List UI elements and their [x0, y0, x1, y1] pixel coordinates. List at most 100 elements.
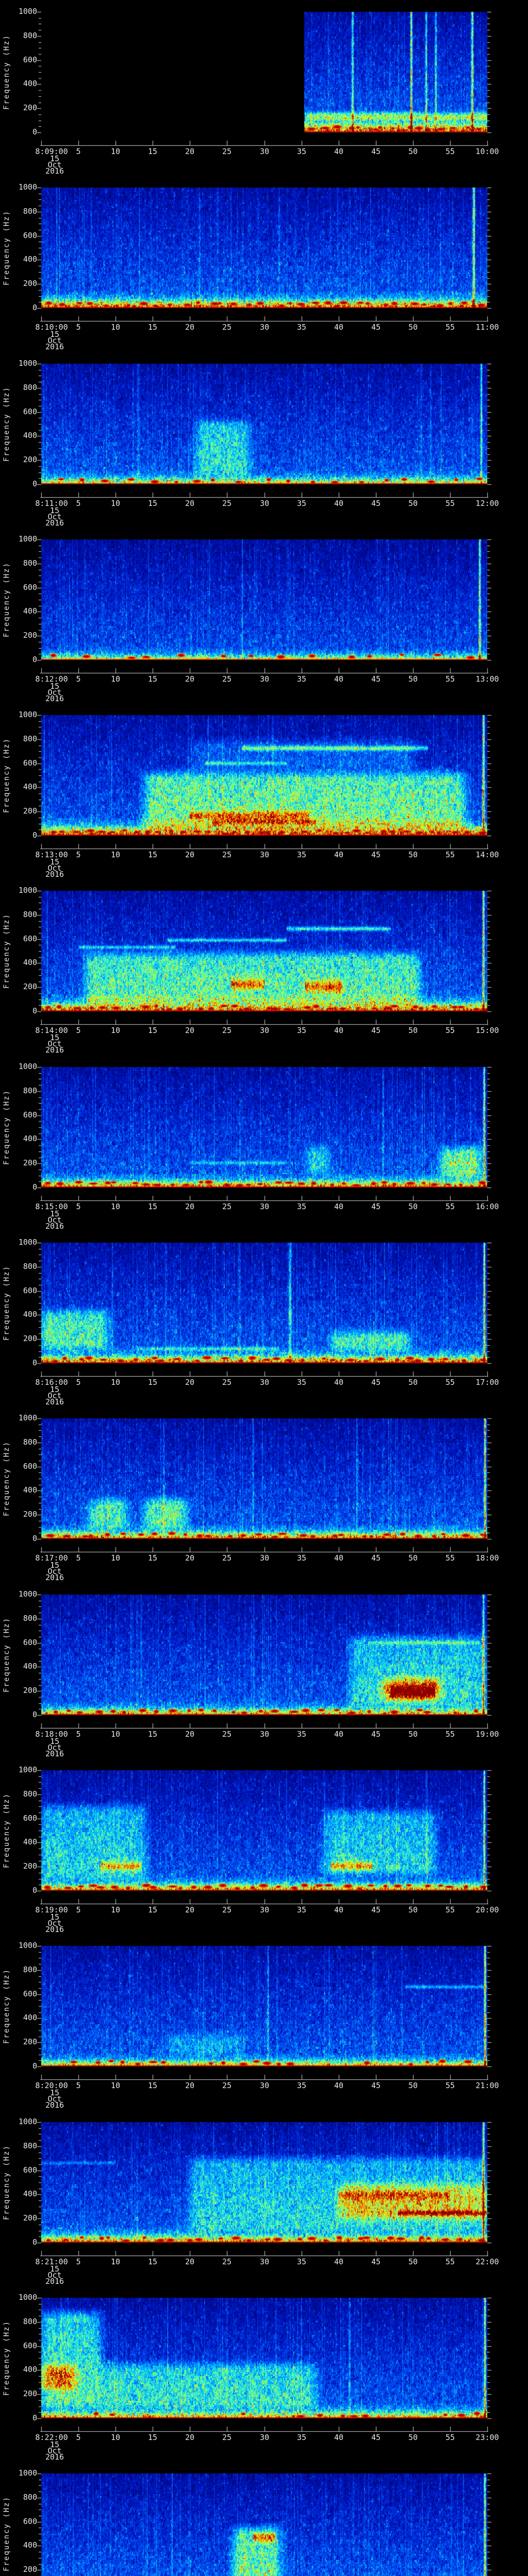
x-tick-label-30: 30	[259, 1378, 270, 1387]
y-tick-label-1000: 1000	[18, 1062, 37, 1071]
x-tick-label-35: 35	[296, 1378, 307, 1387]
y-tick-label-400: 400	[23, 79, 37, 88]
x-tick-label-25: 25	[222, 674, 232, 684]
y-tick-label-0: 0	[32, 831, 37, 840]
x-tick-label-50: 50	[408, 1026, 418, 1035]
date-line-year: 2016	[45, 2100, 64, 2110]
y-tick-label-1000: 1000	[18, 2117, 37, 2126]
x-tick-label-35: 35	[296, 1202, 307, 1211]
x-tick-label-25: 25	[222, 2257, 232, 2266]
date-line-year: 2016	[45, 1045, 64, 1055]
y-tick-label-400: 400	[23, 1134, 37, 1143]
x-tick-label-20: 20	[185, 2257, 195, 2266]
y-axis-title-box: Frequency (Hz)	[0, 1243, 13, 1363]
y-tick-label-0: 0	[32, 2061, 37, 2071]
y-tick-label-200: 200	[23, 982, 37, 991]
x-tick-label-20: 20	[185, 1378, 195, 1387]
x-tick-label-10: 10	[110, 1905, 121, 1914]
x-tick-label-25: 25	[222, 147, 232, 156]
x-tick-label-55: 55	[445, 850, 455, 859]
x-end-time-label: 22:00	[475, 2257, 499, 2266]
y-tick-label-200: 200	[23, 1158, 37, 1167]
y-tick-label-600: 600	[23, 1462, 37, 1471]
x-tick-label-35: 35	[296, 2257, 307, 2266]
x-tick-label-40: 40	[334, 2081, 344, 2090]
x-tick-label-25: 25	[222, 2081, 232, 2090]
y-tick-label-600: 600	[23, 2341, 37, 2350]
x-tick-label-25: 25	[222, 323, 232, 332]
date-line-year: 2016	[45, 694, 64, 703]
y-tick-label-200: 200	[23, 1510, 37, 1519]
y-tick-label-0: 0	[32, 1886, 37, 1895]
spectrogram-panel: Frequency (Hz) 1000 800 600 400 200 0 8:…	[0, 703, 528, 879]
x-tick-label-55: 55	[445, 1553, 455, 1563]
y-tick-label-1000: 1000	[18, 534, 37, 544]
x-end-time-label: 19:00	[475, 1730, 499, 1739]
x-tick-label-50: 50	[408, 2081, 418, 2090]
date-line-year: 2016	[45, 518, 64, 528]
x-tick-label-55: 55	[445, 2081, 455, 2090]
y-axis-title-box: Frequency (Hz)	[0, 1770, 13, 1891]
y-tick-label-800: 800	[23, 734, 37, 743]
y-tick-label-600: 600	[23, 1286, 37, 1295]
x-tick-label-50: 50	[408, 674, 418, 684]
x-tick-label-25: 25	[222, 850, 232, 859]
y-tick-label-800: 800	[23, 1789, 37, 1799]
date-line-year: 2016	[45, 166, 64, 176]
y-axis-title-box: Frequency (Hz)	[0, 715, 13, 836]
x-tick-label-45: 45	[371, 850, 381, 859]
y-tick-label-400: 400	[23, 606, 37, 616]
y-tick-label-1000: 1000	[18, 1589, 37, 1599]
y-tick-label-200: 200	[23, 1686, 37, 1695]
y-tick-label-200: 200	[23, 1861, 37, 1871]
x-tick-label-45: 45	[371, 1553, 381, 1563]
x-tick-label-20: 20	[185, 2081, 195, 2090]
spectrogram-panel: Frequency (Hz) 1000 800 600 400 200 0 8:…	[0, 2110, 528, 2286]
y-axis-title: Frequency (Hz)	[3, 34, 11, 110]
y-axis-title: Frequency (Hz)	[3, 737, 11, 814]
x-tick-label-30: 30	[259, 147, 270, 156]
y-axis-title: Frequency (Hz)	[3, 386, 11, 462]
y-tick-label-200: 200	[23, 103, 37, 112]
x-tick-label-40: 40	[334, 147, 344, 156]
x-tick-label-10: 10	[110, 1378, 121, 1387]
y-tick-label-600: 600	[23, 1110, 37, 1120]
x-tick-label-10: 10	[110, 674, 121, 684]
x-tick-label-5: 5	[76, 1378, 81, 1387]
x-tick-label-10: 10	[110, 1202, 121, 1211]
x-tick-label-45: 45	[371, 147, 381, 156]
y-axis-title: Frequency (Hz)	[3, 1968, 11, 2044]
y-axis-title-box: Frequency (Hz)	[0, 1418, 13, 1539]
x-tick-label-25: 25	[222, 1202, 232, 1211]
y-axis-title: Frequency (Hz)	[3, 1617, 11, 1693]
y-tick-label-600: 600	[23, 55, 37, 64]
y-tick-label-800: 800	[23, 383, 37, 392]
y-tick-label-800: 800	[23, 558, 37, 568]
x-tick-label-50: 50	[408, 2257, 418, 2266]
y-tick-label-600: 600	[23, 583, 37, 592]
x-tick-label-40: 40	[334, 1202, 344, 1211]
spectrogram-panel: Frequency (Hz) 1000 800 600 400 200 0 8:…	[0, 1406, 528, 1583]
spectrogram-panel: Frequency (Hz) 1000 800 600 400 200 0 8:…	[0, 2462, 528, 2576]
x-tick-label-55: 55	[445, 147, 455, 156]
x-end-time-label: 21:00	[475, 2081, 499, 2090]
x-tick-label-30: 30	[259, 1026, 270, 1035]
y-tick-label-0: 0	[32, 1534, 37, 1543]
x-tick-label-20: 20	[185, 323, 195, 332]
y-tick-label-600: 600	[23, 407, 37, 416]
x-tick-label-10: 10	[110, 1730, 121, 1739]
y-tick-label-800: 800	[23, 2141, 37, 2150]
x-tick-label-50: 50	[408, 323, 418, 332]
x-tick-label-45: 45	[371, 2081, 381, 2090]
y-tick-label-200: 200	[23, 2389, 37, 2398]
x-tick-label-45: 45	[371, 674, 381, 684]
x-tick-label-15: 15	[147, 147, 158, 156]
y-axis-title-box: Frequency (Hz)	[0, 2122, 13, 2243]
x-tick-label-40: 40	[334, 1905, 344, 1914]
y-tick-label-400: 400	[23, 1662, 37, 1671]
y-axis-title: Frequency (Hz)	[3, 2496, 11, 2572]
x-tick-label-10: 10	[110, 1026, 121, 1035]
x-tick-label-15: 15	[147, 2081, 158, 2090]
x-tick-label-20: 20	[185, 674, 195, 684]
y-tick-label-400: 400	[23, 958, 37, 967]
